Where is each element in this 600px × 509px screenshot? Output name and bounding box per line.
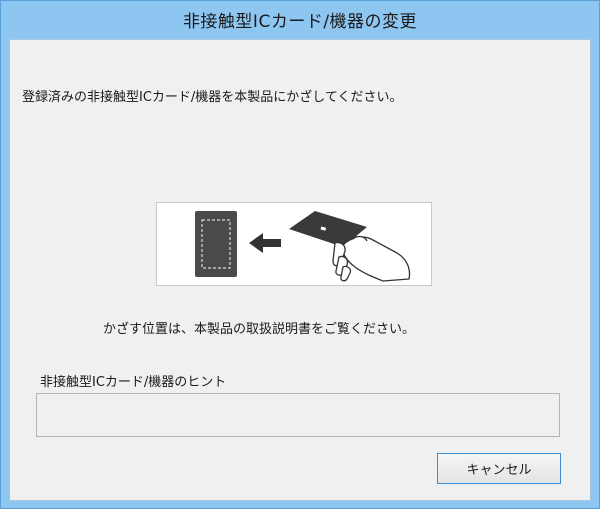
hand-icon (332, 235, 411, 282)
dialog-content: 登録済みの非接触型ICカード/機器を本製品にかざしてください。 かざす位置は、本… (9, 39, 591, 501)
arrow-left-icon (249, 233, 281, 253)
instruction-text: 登録済みの非接触型ICカード/機器を本製品にかざしてください。 (22, 90, 403, 105)
device-icon (195, 211, 237, 277)
hint-field (36, 393, 560, 437)
title-bar[interactable]: 非接触型ICカード/機器の変更 (1, 1, 599, 37)
location-note: かざす位置は、本製品の取扱説明書をご覧ください。 (102, 322, 415, 337)
window-title: 非接触型ICカード/機器の変更 (182, 11, 418, 32)
illustration-graphic (195, 211, 411, 282)
card-tap-illustration (156, 202, 432, 286)
dialog-window: 非接触型ICカード/機器の変更 登録済みの非接触型ICカード/機器を本製品にかざ… (0, 0, 600, 509)
hint-label: 非接触型ICカード/機器のヒント (40, 375, 227, 390)
cancel-button[interactable]: キャンセル (437, 453, 561, 484)
